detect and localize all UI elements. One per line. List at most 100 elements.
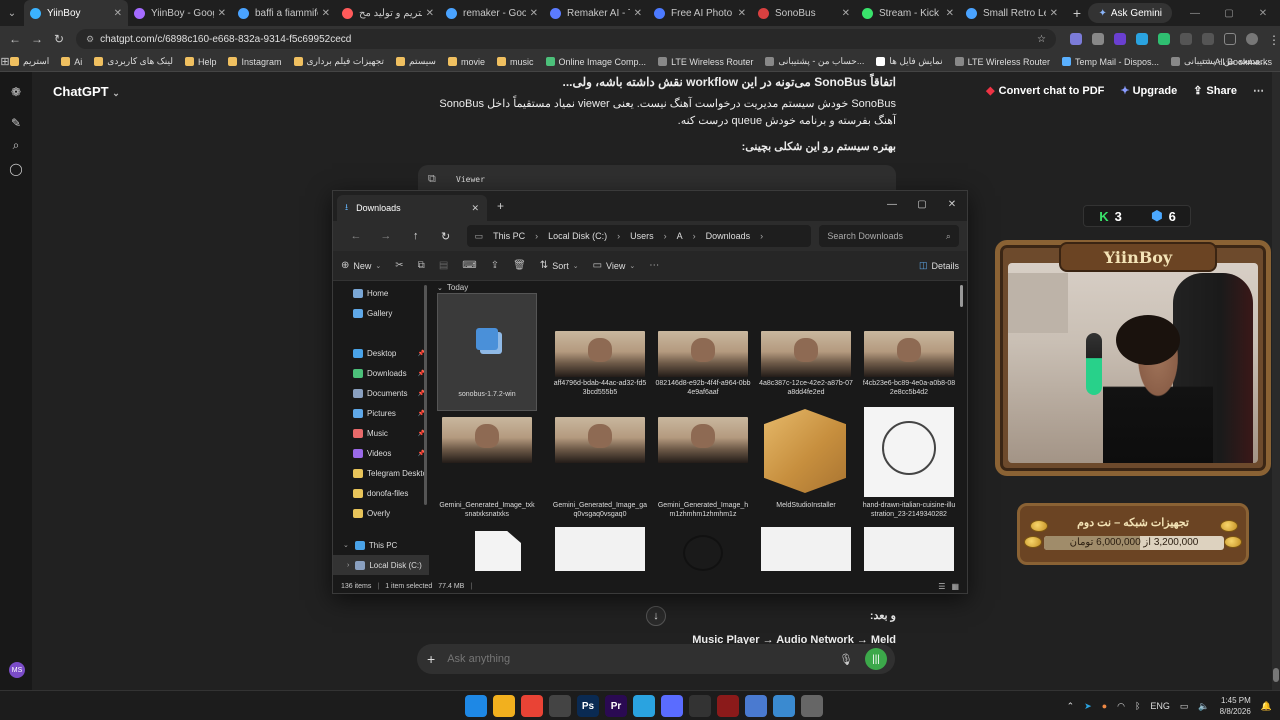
scroll-down-button[interactable]: ↓	[646, 606, 666, 626]
breadcrumb-item[interactable]: Downloads	[706, 231, 751, 241]
tiles-view-icon[interactable]: ▦	[951, 582, 959, 591]
taskbar-app-icon[interactable]: Ps	[577, 695, 599, 717]
bookmark-star-icon[interactable]: ☆	[1037, 34, 1046, 45]
bluetooth-icon[interactable]: ᛒ	[1135, 701, 1140, 711]
telegram-icon[interactable]: ➤	[1084, 701, 1092, 712]
notification-icon[interactable]: 🔔	[1261, 701, 1272, 712]
file-item[interactable]	[653, 527, 753, 581]
bookmark-item[interactable]: لینک های کاربردی	[94, 56, 173, 67]
chevron-right-icon[interactable]: ›	[535, 231, 538, 241]
file-item[interactable]: aff4796d-bdab-44ac-ad32-fd53bcd555b5	[550, 293, 650, 411]
nav-item[interactable]: Gallery	[333, 303, 429, 323]
search-icon[interactable]: ⌕	[0, 134, 32, 157]
explorer-tab[interactable]: ⭳ Downloads ✕	[337, 195, 487, 221]
file-item[interactable]: f4cb23e6-bc89-4e0a-a0b8-082e8cc5b4d2	[859, 293, 959, 411]
file-item[interactable]: sonobus-1.7.2-win	[437, 293, 537, 411]
group-header[interactable]: ⌄ Today	[437, 283, 468, 292]
chevron-right-icon[interactable]: ›	[760, 231, 763, 241]
breadcrumb-item[interactable]: Users	[630, 231, 654, 241]
volume-icon[interactable]: 🔈	[1198, 701, 1209, 712]
browser-tab[interactable]: remaker - Google ✕	[440, 0, 544, 26]
prompt-input[interactable]	[447, 653, 840, 665]
extension-icon[interactable]	[1114, 33, 1126, 45]
nav-item-this-pc[interactable]: ⌄ This PC	[333, 535, 429, 555]
bookmark-item[interactable]: Help	[184, 56, 216, 67]
library-icon[interactable]: ◯	[0, 157, 32, 180]
nav-item[interactable]: Telegram Deskto	[333, 463, 429, 483]
profile-avatar[interactable]	[1246, 33, 1258, 45]
download-icon[interactable]	[1224, 33, 1236, 45]
all-bookmarks-button[interactable]: ▭ All Bookmarks	[1202, 56, 1272, 67]
extensions-puzzle-icon[interactable]	[1180, 33, 1192, 45]
maximize-icon[interactable]: ▢	[1212, 0, 1246, 26]
taskbar-app-icon[interactable]	[717, 695, 739, 717]
file-item[interactable]: Gemini_Generated_Image_gaq0vsgaq0vsgaq0	[550, 407, 650, 525]
taskbar-app-icon[interactable]	[465, 695, 487, 717]
bookmark-item[interactable]: movie	[447, 56, 485, 67]
forward-icon[interactable]: →	[26, 32, 48, 46]
extension-icon[interactable]	[1092, 33, 1104, 45]
breadcrumb-item[interactable]: A	[677, 231, 683, 241]
file-grid-scrollbar[interactable]	[960, 285, 963, 307]
network-icon[interactable]: ▭	[1180, 701, 1189, 712]
forward-icon[interactable]: →	[371, 230, 401, 242]
ask-gemini-button[interactable]: ✦ Ask Gemini	[1088, 3, 1172, 23]
nav-item[interactable]: Home	[333, 283, 429, 303]
nav-item[interactable]: Pictures 📌	[333, 403, 429, 423]
bookmark-item[interactable]: Ai	[61, 56, 82, 67]
browser-tab[interactable]: Small Retro Lemo ✕	[960, 0, 1064, 26]
tab-search-icon[interactable]: ⌄	[0, 0, 24, 26]
close-tab-icon[interactable]: ✕	[1050, 8, 1058, 19]
more-options-icon[interactable]: ⋯	[649, 260, 659, 271]
extension-icon[interactable]	[1158, 33, 1170, 45]
chevron-up-icon[interactable]: ⌃	[1067, 701, 1075, 712]
copy-icon[interactable]: ⧉	[418, 260, 425, 271]
close-tab-icon[interactable]: ✕	[946, 8, 954, 19]
breadcrumb-item[interactable]: Local Disk (C:)	[548, 231, 607, 241]
bookmark-item[interactable]: LTE Wireless Router	[658, 56, 753, 67]
rename-icon[interactable]: ⌨	[462, 260, 476, 271]
minimize-icon[interactable]: —	[877, 191, 907, 217]
model-selector[interactable]: ChatGPT ⌄	[53, 84, 120, 99]
wifi-icon[interactable]: ◠	[1117, 701, 1125, 712]
add-attachment-icon[interactable]: +	[427, 651, 435, 667]
close-tab-icon[interactable]: ✕	[322, 8, 330, 19]
apps-grid-icon[interactable]: ⊞	[0, 55, 10, 68]
refresh-icon[interactable]: ↻	[431, 230, 461, 243]
taskbar-app-icon[interactable]	[773, 695, 795, 717]
file-item[interactable]	[859, 527, 959, 581]
bookmark-item[interactable]: music	[497, 56, 534, 67]
taskbar-app-icon[interactable]	[521, 695, 543, 717]
close-icon[interactable]: ✕	[937, 191, 967, 217]
browser-tab[interactable]: Stream - Kick Das ✕	[856, 0, 960, 26]
language-indicator[interactable]: ENG	[1150, 701, 1170, 711]
scrollbar-thumb[interactable]	[1273, 668, 1279, 682]
nav-item[interactable]: donofa-files	[333, 483, 429, 503]
menu-icon[interactable]: ⋮	[1268, 33, 1280, 47]
delete-icon[interactable]: 🗑	[513, 260, 526, 271]
page-scrollbar[interactable]	[1272, 72, 1280, 690]
breadcrumb[interactable]: ▭ This PC › Local Disk (C:) › Users › A › Downlo…	[466, 225, 812, 247]
up-icon[interactable]: ↑	[401, 230, 431, 242]
back-icon[interactable]: ←	[4, 32, 26, 46]
nav-item[interactable]: Desktop 📌	[333, 343, 429, 363]
upgrade-button[interactable]: ✦ Upgrade	[1120, 84, 1177, 97]
file-item[interactable]: Gemini_Generated_Image_hm1zhmhm1zhmhm1z	[653, 407, 753, 525]
site-info-icon[interactable]: ⚙	[86, 34, 94, 45]
reload-icon[interactable]: ↻	[48, 32, 70, 46]
bookmark-item[interactable]: Online Image Comp...	[545, 56, 646, 67]
minimize-icon[interactable]: —	[1178, 0, 1212, 26]
nav-item[interactable]: Downloads 📌	[333, 363, 429, 383]
chevron-right-icon[interactable]: ›	[617, 231, 620, 241]
close-tab-icon[interactable]: ✕	[842, 8, 850, 19]
browser-tab[interactable]: baffi a fiammifero ✕	[232, 0, 336, 26]
new-chat-icon[interactable]: ✎	[0, 111, 32, 134]
back-icon[interactable]: ←	[341, 230, 371, 242]
taskbar-app-icon[interactable]	[745, 695, 767, 717]
close-tab-icon[interactable]: ✕	[530, 8, 538, 19]
browser-tab[interactable]: استریم و تولید مح ✕	[336, 0, 440, 26]
nav-item[interactable]: Overly	[333, 503, 429, 523]
details-view-icon[interactable]: ☰	[938, 582, 945, 591]
more-options-icon[interactable]: ⋯	[1253, 84, 1264, 97]
close-tab-icon[interactable]: ✕	[471, 203, 479, 214]
